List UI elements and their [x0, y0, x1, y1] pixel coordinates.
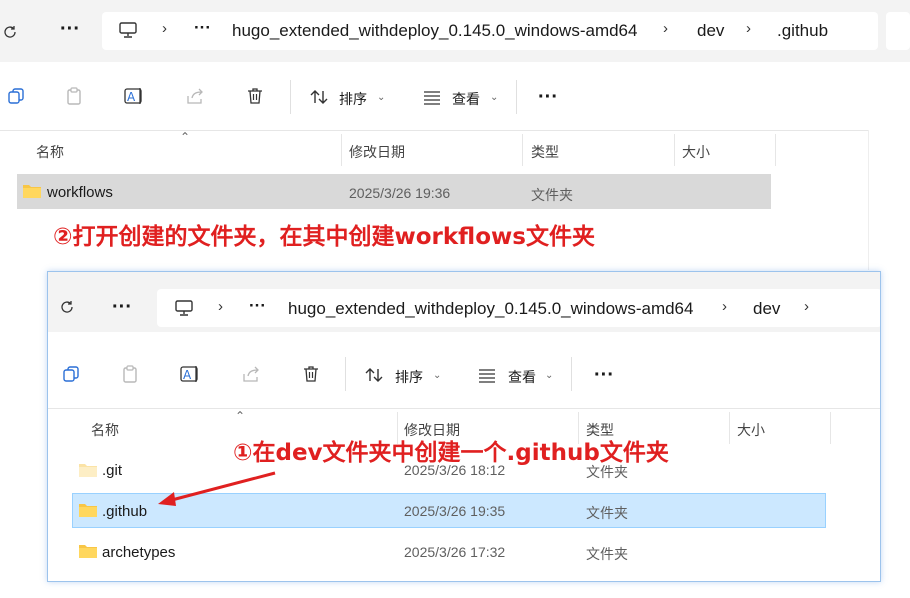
sort-arrow-up-icon: ⌃ — [180, 130, 191, 144]
refresh-icon[interactable] — [0, 20, 20, 44]
toolbar-more-button[interactable]: ··· — [594, 364, 614, 387]
annotation-step-1: ①在dev文件夹中创建一个.github文件夹 — [233, 440, 669, 466]
sort-label[interactable]: 排序 — [339, 89, 367, 109]
breadcrumb-item-github[interactable]: .github — [777, 21, 828, 41]
column-divider[interactable] — [775, 134, 776, 166]
breadcrumb-item-hugo[interactable]: hugo_extended_withdeploy_0.145.0_windows… — [288, 299, 693, 319]
column-header-modified[interactable]: 修改日期 — [349, 142, 405, 162]
chevron-down-icon: ⌄ — [433, 370, 442, 381]
copy-icon[interactable] — [59, 362, 83, 386]
row-modified: 2025/3/26 17:32 — [404, 544, 506, 560]
row-type: 文件夹 — [586, 546, 628, 562]
paste-icon[interactable] — [62, 84, 86, 108]
row-type: 文件夹 — [586, 505, 628, 521]
rename-icon[interactable]: A — [122, 84, 146, 108]
breadcrumb-ellipsis[interactable]: ··· — [194, 18, 211, 38]
row-name[interactable]: .git — [102, 462, 122, 479]
delete-icon[interactable] — [243, 84, 267, 108]
toolbar-more-button[interactable]: ··· — [538, 86, 558, 109]
copy-icon[interactable] — [4, 84, 28, 108]
computer-icon[interactable] — [172, 296, 196, 320]
annotation-step-2: ②打开创建的文件夹，在其中创建workflows文件夹 — [53, 224, 595, 250]
view-icon[interactable] — [476, 364, 498, 386]
svg-text:A: A — [183, 368, 192, 382]
view-icon[interactable] — [421, 86, 443, 108]
search-box-edge[interactable] — [886, 12, 910, 50]
column-divider[interactable] — [522, 134, 523, 166]
toolbar-divider — [571, 357, 572, 391]
sort-icon[interactable] — [363, 364, 385, 386]
share-icon[interactable] — [183, 84, 207, 108]
breadcrumb-chevron-icon: › — [218, 298, 223, 315]
paste-icon[interactable] — [118, 362, 142, 386]
share-icon[interactable] — [239, 362, 263, 386]
chevron-down-icon: ⌄ — [377, 92, 386, 103]
column-divider[interactable] — [341, 134, 342, 166]
svg-text:A: A — [127, 90, 136, 104]
breadcrumb-chevron-icon: › — [804, 298, 809, 315]
nav-more-button[interactable]: ··· — [112, 296, 132, 319]
rename-icon[interactable]: A — [178, 362, 202, 386]
folder-icon — [77, 541, 99, 561]
sort-icon[interactable] — [308, 86, 330, 108]
row-modified: 2025/3/26 19:36 — [349, 185, 451, 201]
row-name[interactable]: archetypes — [102, 544, 175, 561]
toolbar-bottom-border — [48, 408, 880, 409]
row-modified: 2025/3/26 19:35 — [404, 503, 506, 519]
toolbar-divider — [345, 357, 346, 391]
column-divider[interactable] — [729, 412, 730, 444]
breadcrumb-ellipsis[interactable]: ··· — [249, 296, 266, 316]
refresh-icon[interactable] — [56, 296, 78, 318]
column-header-size[interactable]: 大小 — [682, 142, 710, 162]
nav-more-button[interactable]: ··· — [56, 18, 84, 42]
breadcrumb-chevron-icon: › — [746, 20, 751, 37]
breadcrumb-chevron-icon: › — [663, 20, 668, 37]
row-type: 文件夹 — [531, 187, 573, 203]
chevron-down-icon: ⌄ — [545, 370, 554, 381]
column-divider[interactable] — [830, 412, 831, 444]
chevron-down-icon: ⌄ — [490, 92, 499, 103]
breadcrumb-item-hugo[interactable]: hugo_extended_withdeploy_0.145.0_windows… — [232, 21, 637, 41]
breadcrumb-item-dev[interactable]: dev — [753, 299, 780, 319]
column-header-name[interactable]: 名称 — [36, 142, 64, 162]
front-window: ··· › ··· hugo_extended_withdeploy_0.145… — [47, 271, 881, 582]
column-header-size[interactable]: 大小 — [737, 420, 765, 440]
column-header-name[interactable]: 名称 — [91, 420, 119, 440]
column-divider[interactable] — [674, 134, 675, 166]
folder-icon — [77, 460, 99, 480]
breadcrumb-chevron-icon: › — [722, 298, 727, 315]
computer-icon[interactable] — [116, 18, 140, 42]
column-header-type[interactable]: 类型 — [531, 142, 559, 162]
sort-arrow-up-icon: ⌃ — [235, 409, 246, 423]
annotation-arrow — [158, 471, 276, 506]
folder-icon — [77, 500, 99, 520]
toolbar-divider — [290, 80, 291, 114]
right-pane-edge — [868, 130, 869, 270]
sort-label[interactable]: 排序 — [395, 367, 423, 387]
breadcrumb-item-dev[interactable]: dev — [697, 21, 724, 41]
view-label[interactable]: 查看 — [508, 367, 536, 387]
breadcrumb-chevron-icon: › — [162, 20, 167, 37]
folder-icon — [21, 181, 43, 201]
toolbar-bottom-border — [0, 130, 868, 131]
row-name[interactable]: .github — [102, 503, 147, 520]
delete-icon[interactable] — [299, 362, 323, 386]
view-label[interactable]: 查看 — [452, 89, 480, 109]
row-name: workflows — [47, 184, 113, 201]
toolbar-divider — [516, 80, 517, 114]
